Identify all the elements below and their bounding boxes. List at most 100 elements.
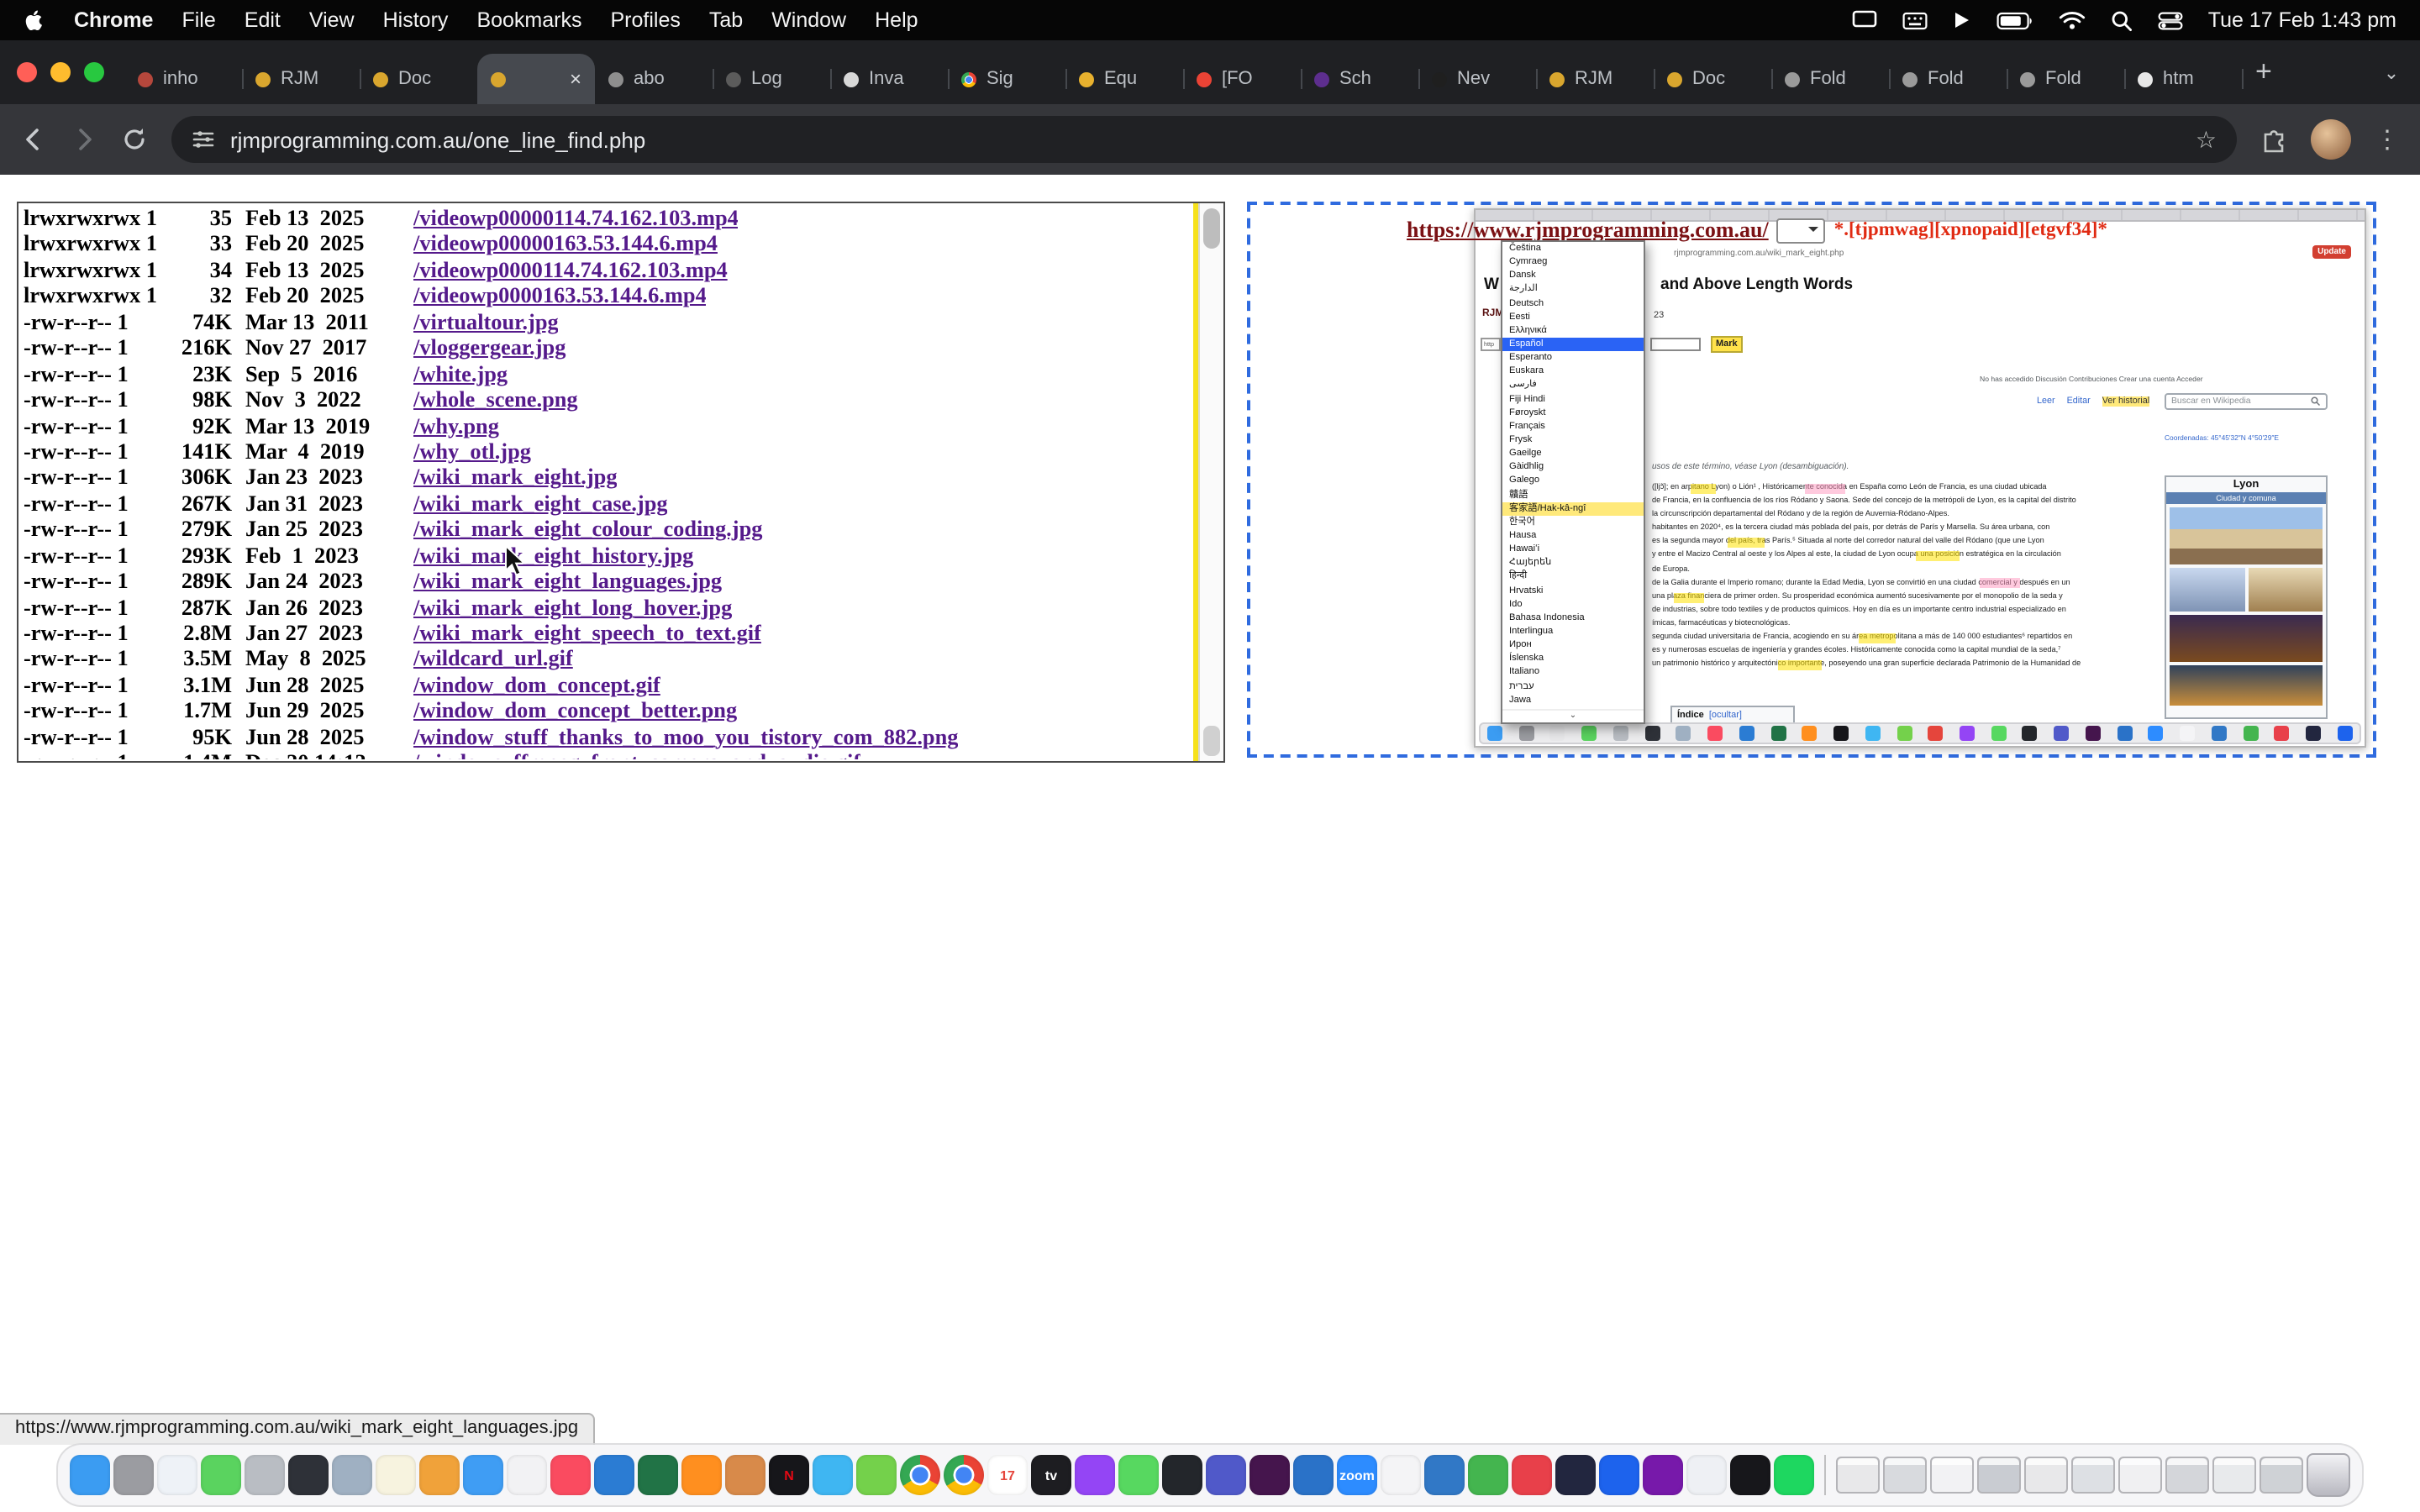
- mark-button[interactable]: Mark: [1711, 336, 1743, 353]
- browser-tab[interactable]: Fold ×: [1889, 54, 2007, 104]
- calendar-icon[interactable]: 17: [987, 1455, 1028, 1495]
- minimize-window-button[interactable]: [50, 62, 71, 82]
- file-link[interactable]: /virtualtour.jpg: [413, 309, 559, 336]
- browser-tab[interactable]: Fold ×: [2007, 54, 2124, 104]
- language-option[interactable]: 客家語/Hak-kâ-ngî: [1502, 501, 1644, 515]
- dock-window-thumbnail[interactable]: [1977, 1457, 2021, 1494]
- file-link[interactable]: /wiki_mark_eight_history.jpg: [413, 542, 693, 569]
- app-store-icon[interactable]: [157, 1455, 197, 1495]
- vscode-icon[interactable]: [1293, 1455, 1334, 1495]
- bluetooth-settings-icon[interactable]: [1686, 1455, 1727, 1495]
- back-button[interactable]: [20, 126, 47, 153]
- language-option[interactable]: Bahasa Indonesia: [1502, 612, 1644, 625]
- browser-tab[interactable]: Equ ×: [1065, 54, 1183, 104]
- control-center-icon[interactable]: [2158, 11, 2183, 29]
- wiki-coordinates[interactable]: Coordenadas: 45°45′32″N 4°50′29″E: [2165, 433, 2279, 442]
- url-text[interactable]: rjmprogramming.com.au/one_line_find.php: [230, 127, 2181, 152]
- language-option[interactable]: Euskara: [1502, 365, 1644, 379]
- battery-icon[interactable]: [1996, 11, 2033, 29]
- browser-tab[interactable]: ×: [477, 54, 595, 104]
- menubar-menu-item[interactable]: Profiles: [611, 8, 681, 32]
- onenote-icon[interactable]: [1643, 1455, 1683, 1495]
- update-button[interactable]: Update: [2312, 245, 2351, 259]
- dock-window-thumbnail[interactable]: [2212, 1457, 2256, 1494]
- language-option[interactable]: 한국어: [1502, 516, 1644, 529]
- github-icon[interactable]: [1162, 1455, 1202, 1495]
- language-option[interactable]: Հայերեն: [1502, 556, 1644, 570]
- dock-window-thumbnail[interactable]: [2165, 1457, 2209, 1494]
- opera-icon[interactable]: [1512, 1455, 1552, 1495]
- browser-tab[interactable]: [FO ×: [1183, 54, 1301, 104]
- file-link[interactable]: /videowp00000163.53.144.6.mp4: [413, 231, 718, 258]
- file-link[interactable]: /wiki_mark_eight_long_hover.jpg: [413, 594, 732, 621]
- pages-icon[interactable]: [419, 1455, 460, 1495]
- music-icon[interactable]: [550, 1455, 591, 1495]
- browser-tab[interactable]: RJM ×: [242, 54, 360, 104]
- language-option[interactable]: 贛語: [1502, 488, 1644, 501]
- reminders-icon[interactable]: [507, 1455, 547, 1495]
- language-option[interactable]: Hrvatski: [1502, 584, 1644, 597]
- file-link[interactable]: /wiki_mark_eight_speech_to_text.gif: [413, 620, 761, 647]
- terminal-icon[interactable]: [288, 1455, 329, 1495]
- file-link[interactable]: /videowp0000163.53.144.6.mp4: [413, 283, 707, 310]
- browser-tab[interactable]: Doc ×: [360, 54, 477, 104]
- teams-icon[interactable]: [1206, 1455, 1246, 1495]
- messages-icon[interactable]: [201, 1455, 241, 1495]
- language-option[interactable]: Ελληνικά: [1502, 324, 1644, 338]
- browser-tab[interactable]: abo ×: [595, 54, 713, 104]
- browser-tab[interactable]: Inva ×: [830, 54, 948, 104]
- file-link[interactable]: /window_dom_concept.gif: [413, 672, 660, 699]
- stocks-icon[interactable]: [1730, 1455, 1770, 1495]
- dock-window-thumbnail[interactable]: [2071, 1457, 2115, 1494]
- wiki-tab[interactable]: Editar: [2067, 396, 2091, 407]
- file-link[interactable]: /videowp00000114.74.162.103.mp4: [413, 205, 739, 232]
- menubar-menu-item[interactable]: Help: [875, 8, 918, 32]
- spotlight-icon[interactable]: [2111, 9, 2133, 31]
- browser-tab[interactable]: Fold ×: [1771, 54, 1889, 104]
- finder-icon[interactable]: [70, 1455, 110, 1495]
- file-link[interactable]: /whole_scene.png: [413, 386, 578, 413]
- facetime-icon[interactable]: [1118, 1455, 1159, 1495]
- file-link[interactable]: /wiki_mark_eight_case.jpg: [413, 491, 668, 517]
- language-option[interactable]: Hausa: [1502, 529, 1644, 543]
- slack-icon[interactable]: [1249, 1455, 1290, 1495]
- file-link[interactable]: /window_dom_concept_better.png: [413, 698, 737, 725]
- numbers-icon[interactable]: [1468, 1455, 1508, 1495]
- docker-icon[interactable]: [1599, 1455, 1639, 1495]
- menubar-menu-item[interactable]: Bookmarks: [476, 8, 581, 32]
- dock-window-thumbnail[interactable]: [1836, 1457, 1880, 1494]
- preview-icon[interactable]: [332, 1455, 372, 1495]
- menubar-menu-item[interactable]: View: [309, 8, 355, 32]
- dock-window-thumbnail[interactable]: [1930, 1457, 1974, 1494]
- site-settings-icon[interactable]: [192, 128, 215, 151]
- language-option[interactable]: Čeština: [1502, 242, 1644, 255]
- dock-window-thumbnail[interactable]: [1883, 1457, 1927, 1494]
- extensions-puzzle-icon[interactable]: [2260, 126, 2287, 153]
- firefox-icon[interactable]: [681, 1455, 722, 1495]
- language-option[interactable]: الدارجة: [1502, 283, 1644, 297]
- keyboard-icon[interactable]: [1902, 11, 1928, 29]
- file-link[interactable]: /wiki_mark_eight_colour_coding.jpg: [413, 517, 762, 543]
- language-option[interactable]: Interlingua: [1502, 625, 1644, 638]
- file-link[interactable]: /why_otl.jpg: [413, 438, 531, 465]
- photos-icon[interactable]: [900, 1455, 940, 1495]
- listing-scrollbar[interactable]: [1198, 203, 1223, 761]
- menubar-menu-item[interactable]: File: [182, 8, 215, 32]
- language-option[interactable]: Íslenska: [1502, 652, 1644, 665]
- tab-search-chevron-icon[interactable]: ⌄: [2373, 54, 2410, 91]
- dropdown-scroll-chevron-icon[interactable]: ⌄: [1502, 709, 1644, 722]
- browser-tab[interactable]: Doc ×: [1654, 54, 1771, 104]
- dock-window-thumbnail[interactable]: [2024, 1457, 2068, 1494]
- dock-window-thumbnail[interactable]: [2260, 1457, 2303, 1494]
- language-select-collapsed[interactable]: [1777, 218, 1826, 243]
- dock-window-thumbnail[interactable]: [2118, 1457, 2162, 1494]
- excel-icon[interactable]: [638, 1455, 678, 1495]
- display-icon[interactable]: [1852, 10, 1877, 30]
- language-option[interactable]: Gàidhlig: [1502, 461, 1644, 475]
- reload-button[interactable]: [121, 126, 148, 153]
- language-option[interactable]: Español: [1502, 338, 1644, 351]
- language-option[interactable]: Italiano: [1502, 666, 1644, 680]
- bookmark-star-icon[interactable]: ☆: [2196, 125, 2217, 154]
- wiki-search-box[interactable]: Buscar en Wikipedia: [2165, 393, 2328, 410]
- browser-tab[interactable]: Sch ×: [1301, 54, 1418, 104]
